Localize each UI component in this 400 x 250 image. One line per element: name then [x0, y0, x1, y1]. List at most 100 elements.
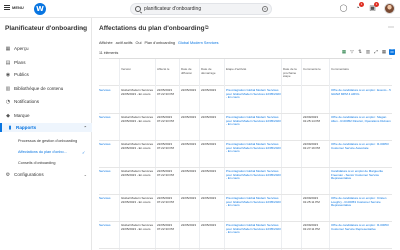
table-cell-etape[interactable]: Pré-intégration Global Modern Services p… — [226, 197, 281, 208]
table-cell-emp[interactable]: Services — [99, 143, 119, 147]
sidebar-subitem-label: Affectations du plan d'onbo... — [18, 150, 67, 154]
table-cell-demarrage: 22/05/2023 — [201, 197, 217, 200]
list-view-icon[interactable]: ☰ — [389, 49, 395, 55]
menu-button[interactable]: MENU — [4, 5, 24, 10]
sidebar-item-label: Rapports — [16, 125, 37, 130]
table-row[interactable]: Services Global Modern Services 22/05/202… — [99, 87, 392, 114]
table-cell-affecte: 22/05/2023 07:22:33 PM — [157, 89, 175, 96]
column-header[interactable]: Date de démarrage — [201, 68, 224, 75]
more-options-icon[interactable]: ⋯ — [388, 24, 394, 31]
page-title: Affectations du plan d'onboarding — [99, 25, 205, 32]
sidebar-item-label: Publics — [14, 72, 29, 77]
column-header[interactable]: Affecté le — [157, 68, 179, 72]
table-cell-commentaire[interactable]: Offre de candidature à un emploi : Krist… — [331, 197, 391, 208]
related-actions-icon[interactable]: ⧉ — [205, 25, 209, 31]
top-bar: MENU W planificateur d'onboarding × ◯ ◔ … — [0, 0, 400, 18]
sidebar-item-label: Plans — [14, 60, 26, 65]
table-cell-affecte: 22/05/2023 07:22:33 PM — [157, 143, 175, 150]
table-cell-affecte: 22/05/2023 07:22:33 PM — [157, 170, 175, 177]
sidebar-item-apercu[interactable]: ▦ Aperçu — [5, 44, 87, 53]
sidebar-item-rapports[interactable]: ▮ Rapports ⌃ — [0, 123, 92, 132]
sidebar-item-label: Configurations — [14, 172, 44, 177]
sidebar-item-publics[interactable]: ◉ Publics — [5, 70, 87, 79]
table-cell-etape[interactable]: Pré-intégration Global Modern Services p… — [226, 116, 281, 127]
column-header[interactable]: Étape d'activité — [226, 68, 281, 72]
table-cell-version: Global Modern Services 22/05/2023 - En c… — [121, 197, 154, 204]
workday-logo[interactable]: W — [34, 3, 46, 15]
main-content: Affectations du plan d'onboarding ⧉ ⋯ Af… — [93, 18, 400, 250]
clear-search-button[interactable]: × — [262, 6, 268, 12]
sidebar-item-bibliotheque[interactable]: ▥ Bibliothèque de contenu — [5, 84, 87, 93]
table-cell-emp[interactable]: Services — [99, 224, 119, 228]
column-header[interactable]: Commenté le — [303, 68, 329, 72]
user-avatar[interactable] — [384, 3, 395, 14]
table-cell-emp[interactable]: Services — [99, 197, 119, 201]
table-cell-emp[interactable]: Services — [99, 170, 119, 174]
filter-label-plan: Plan d'onboarding — [144, 41, 175, 45]
table-toolbar: ▦ ▽ ⇅ ▥ ⤢ ▦ ☰ — [341, 49, 395, 55]
table-cell-version: Global Modern Services 22/05/2023 - En c… — [121, 89, 154, 96]
sidebar-item-configurations[interactable]: ⚙ Configurations ⌄ — [5, 170, 87, 179]
table-cell-version: Global Modern Services 22/05/2023 - En c… — [121, 143, 154, 150]
sort-icon[interactable]: ⇅ — [357, 49, 363, 55]
search-input[interactable]: planificateur d'onboarding × — [130, 3, 272, 15]
table-row[interactable]: Services Global Modern Services 22/05/202… — [99, 168, 392, 195]
grid-view-icon[interactable]: ▦ — [381, 49, 387, 55]
filter-icon[interactable]: ▽ — [349, 49, 355, 55]
column-header[interactable]: Date de diffusion — [181, 68, 200, 75]
sidebar-item-plans[interactable]: ▤ Plans — [5, 58, 87, 67]
table-cell-commente: 22/09/2023 01:23:11 PM — [303, 224, 320, 231]
table-cell-etape[interactable]: Pré-intégration Global Modern Services p… — [226, 143, 281, 154]
columns-icon[interactable]: ▥ — [365, 49, 371, 55]
table-cell-commente: 22/09/2023 01:25:11 PM — [303, 197, 320, 204]
filter-link-gms[interactable]: Global Modern Services — [178, 41, 219, 45]
sidebar-item-marque[interactable]: ◆ Marque — [5, 111, 87, 120]
table-row[interactable]: Services Global Modern Services 22/05/202… — [99, 195, 392, 222]
chevron-down-icon: ⌄ — [83, 172, 87, 177]
table-cell-diffusion: 22/05/2023 — [181, 116, 197, 119]
table-cell-emp[interactable]: Services — [99, 89, 119, 93]
table-cell-emp[interactable]: Services — [99, 116, 119, 120]
table-row[interactable]: Services Global Modern Services 22/05/202… — [99, 141, 392, 168]
inbox-badge: 1 — [374, 2, 379, 7]
table-cell-diffusion: 22/05/2023 — [181, 89, 197, 92]
grid-icon: ▦ — [5, 45, 11, 52]
export-excel-icon[interactable]: ▦ — [341, 49, 347, 55]
table-cell-etape[interactable]: Pré-intégration Global Modern Services p… — [226, 170, 281, 181]
check-icon: ✓ — [82, 150, 86, 155]
table-cell-commentaire[interactable]: Offre de candidature à un emploi : Megan… — [331, 116, 391, 123]
settings-icon: ⚙ — [5, 171, 11, 178]
chevron-up-icon: ⌃ — [83, 125, 87, 130]
column-header[interactable]: Date de la prochaine étape — [283, 68, 301, 79]
table-row[interactable]: Services Global Modern Services 22/05/202… — [99, 222, 392, 249]
sidebar-item-label: Aperçu — [14, 46, 29, 51]
sidebar-subitem-affectations[interactable]: Affectations du plan d'onbo... ✓ — [18, 150, 90, 155]
sidebar-subitem-processus[interactable]: Processus de gestion d'onboarding — [18, 139, 90, 143]
fullscreen-icon[interactable]: ⤢ — [373, 49, 379, 55]
table-cell-etape[interactable]: Pré-intégration Global Modern Services p… — [226, 224, 281, 235]
sidebar-subitem-conseils[interactable]: Conseils d'onboarding — [18, 161, 90, 165]
column-header[interactable]: Version — [121, 68, 155, 72]
table-cell-etape[interactable]: Pré-intégration Global Modern Services p… — [226, 89, 281, 100]
table-cell-commentaire[interactable]: Offre de candidature à un emploi : R-000… — [331, 143, 391, 150]
table-cell-commentaire[interactable]: Offre de candidature à un emploi : R-000… — [331, 224, 391, 231]
sidebar-title: Planificateur d'onboarding — [5, 25, 88, 32]
search-value: planificateur d'onboarding — [144, 6, 202, 12]
sidebar-item-notifications[interactable]: ◔ Notifications — [5, 97, 87, 106]
hamburger-icon — [4, 5, 10, 10]
table-cell-commentaire[interactable]: Candidature à un emploi de Marguerite Fr… — [331, 170, 391, 181]
collapse-sidebar-icon[interactable]: « — [81, 26, 84, 32]
search-icon — [135, 6, 141, 12]
sidebar-item-label: Bibliothèque de contenu — [14, 86, 64, 91]
table-cell-demarrage: 22/05/2023 — [201, 89, 217, 92]
table-cell-commentaire[interactable]: Offre de candidature à un emploi : Event… — [331, 89, 391, 96]
library-icon: ▥ — [5, 85, 11, 92]
notifications-badge: 1 — [359, 2, 364, 7]
table-cell-demarrage: 22/05/2023 — [201, 116, 217, 119]
table-cell-version: Global Modern Services 22/05/2023 - En c… — [121, 224, 154, 231]
column-header[interactable]: Commentaire — [331, 68, 391, 72]
table-cell-diffusion: 22/05/2023 — [181, 170, 197, 173]
plan-icon: ▤ — [5, 59, 11, 66]
chat-icon[interactable]: ◯ — [339, 4, 348, 13]
table-row[interactable]: Services Global Modern Services 22/05/202… — [99, 114, 392, 141]
